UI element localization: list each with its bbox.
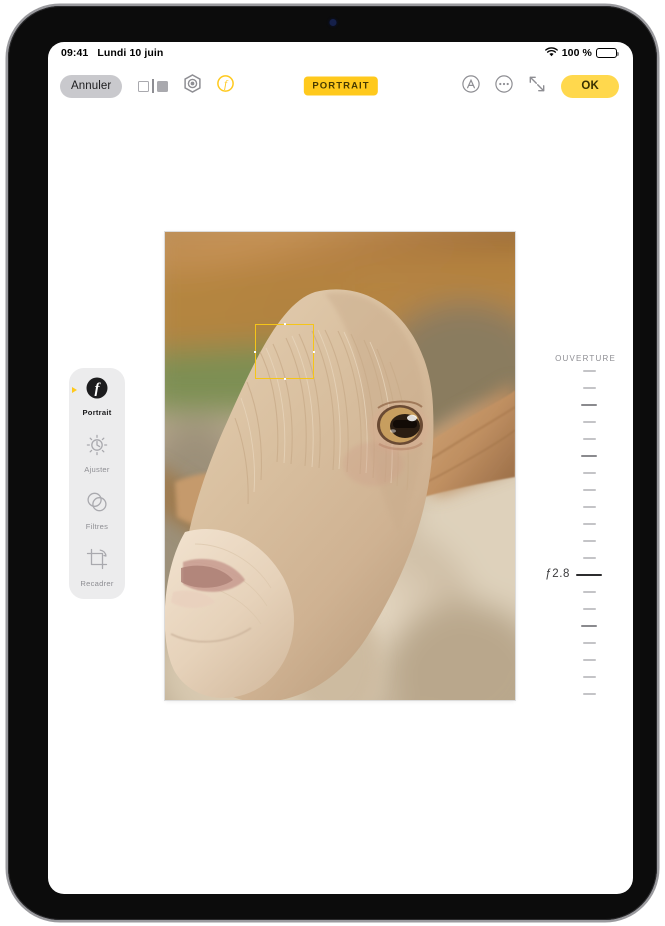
- aperture-tick[interactable]: [582, 658, 596, 661]
- adjust-brightness-icon: [86, 434, 108, 461]
- mode-badge-portrait[interactable]: PORTRAIT: [303, 76, 378, 96]
- live-photo-icon[interactable]: [184, 74, 201, 98]
- compare-toggle-icon[interactable]: [138, 79, 168, 93]
- sidebar-item-filtres[interactable]: Filtres: [69, 491, 125, 531]
- aperture-tick[interactable]: [581, 624, 597, 627]
- aperture-tick[interactable]: [582, 557, 596, 559]
- expand-arrows-icon[interactable]: [528, 75, 546, 98]
- aperture-tick[interactable]: [582, 641, 596, 644]
- battery-icon: [596, 47, 619, 59]
- screen: 09:41 Lundi 10 juin 100 % Annuler f PORT…: [48, 42, 633, 894]
- sidebar-item-label: Portrait: [82, 408, 112, 417]
- ok-button[interactable]: OK: [561, 74, 619, 98]
- aperture-tick[interactable]: [581, 455, 597, 457]
- aperture-tick-scale[interactable]: [576, 370, 602, 710]
- aperture-tick[interactable]: [582, 692, 596, 695]
- portrait-f-icon[interactable]: f: [216, 75, 234, 97]
- aperture-tick[interactable]: [582, 489, 596, 491]
- focus-rectangle[interactable]: [254, 323, 315, 380]
- aperture-tick[interactable]: [576, 574, 602, 576]
- aperture-tick[interactable]: [582, 590, 596, 593]
- portrait-f-icon: f: [86, 377, 108, 404]
- aperture-tick[interactable]: [582, 540, 596, 542]
- front-camera-lens: [329, 19, 336, 26]
- photo-canvas[interactable]: [165, 232, 515, 700]
- aperture-value: ƒ2.8: [545, 568, 570, 580]
- aperture-tick[interactable]: [581, 404, 597, 406]
- aperture-tick[interactable]: [582, 607, 596, 610]
- status-time: 09:41: [61, 47, 89, 59]
- more-options-icon[interactable]: [495, 74, 514, 98]
- aperture-label: OUVERTURE: [555, 354, 616, 363]
- tablet-device-frame: 09:41 Lundi 10 juin 100 % Annuler f PORT…: [8, 6, 657, 920]
- wifi-icon: [544, 46, 558, 60]
- aperture-tick[interactable]: [582, 370, 596, 372]
- active-tool-marker-icon: [72, 387, 77, 393]
- filters-circles-icon: [86, 491, 108, 518]
- aperture-tick[interactable]: [582, 438, 596, 440]
- sidebar-item-ajuster[interactable]: Ajuster: [69, 434, 125, 474]
- sidebar-item-recadrer[interactable]: Recadrer: [69, 548, 125, 588]
- battery-percent: 100 %: [561, 47, 592, 59]
- status-bar: 09:41 Lundi 10 juin 100 %: [48, 42, 633, 64]
- sidebar-item-label: Filtres: [85, 522, 109, 531]
- svg-text:f: f: [224, 79, 229, 91]
- aperture-tick[interactable]: [582, 472, 596, 474]
- goat-photo: [165, 232, 515, 700]
- edit-tool-rail: f Portrait Ajuster Filtres Recadrer: [69, 368, 125, 599]
- aperture-tick[interactable]: [582, 523, 596, 525]
- sidebar-item-label: Ajuster: [84, 465, 110, 474]
- aperture-tick[interactable]: [582, 387, 596, 389]
- aperture-tick[interactable]: [582, 421, 596, 423]
- editor-toolbar: Annuler f PORTRAIT OK: [48, 66, 633, 106]
- cancel-button[interactable]: Annuler: [60, 74, 123, 98]
- status-date: Lundi 10 juin: [97, 47, 164, 59]
- aperture-tick[interactable]: [582, 506, 596, 508]
- crop-icon: [86, 548, 108, 575]
- sidebar-item-portrait[interactable]: f Portrait: [69, 377, 125, 417]
- markup-circle-a-icon[interactable]: [462, 74, 481, 98]
- aperture-tick[interactable]: [582, 675, 596, 678]
- sidebar-item-label: Recadrer: [80, 579, 114, 588]
